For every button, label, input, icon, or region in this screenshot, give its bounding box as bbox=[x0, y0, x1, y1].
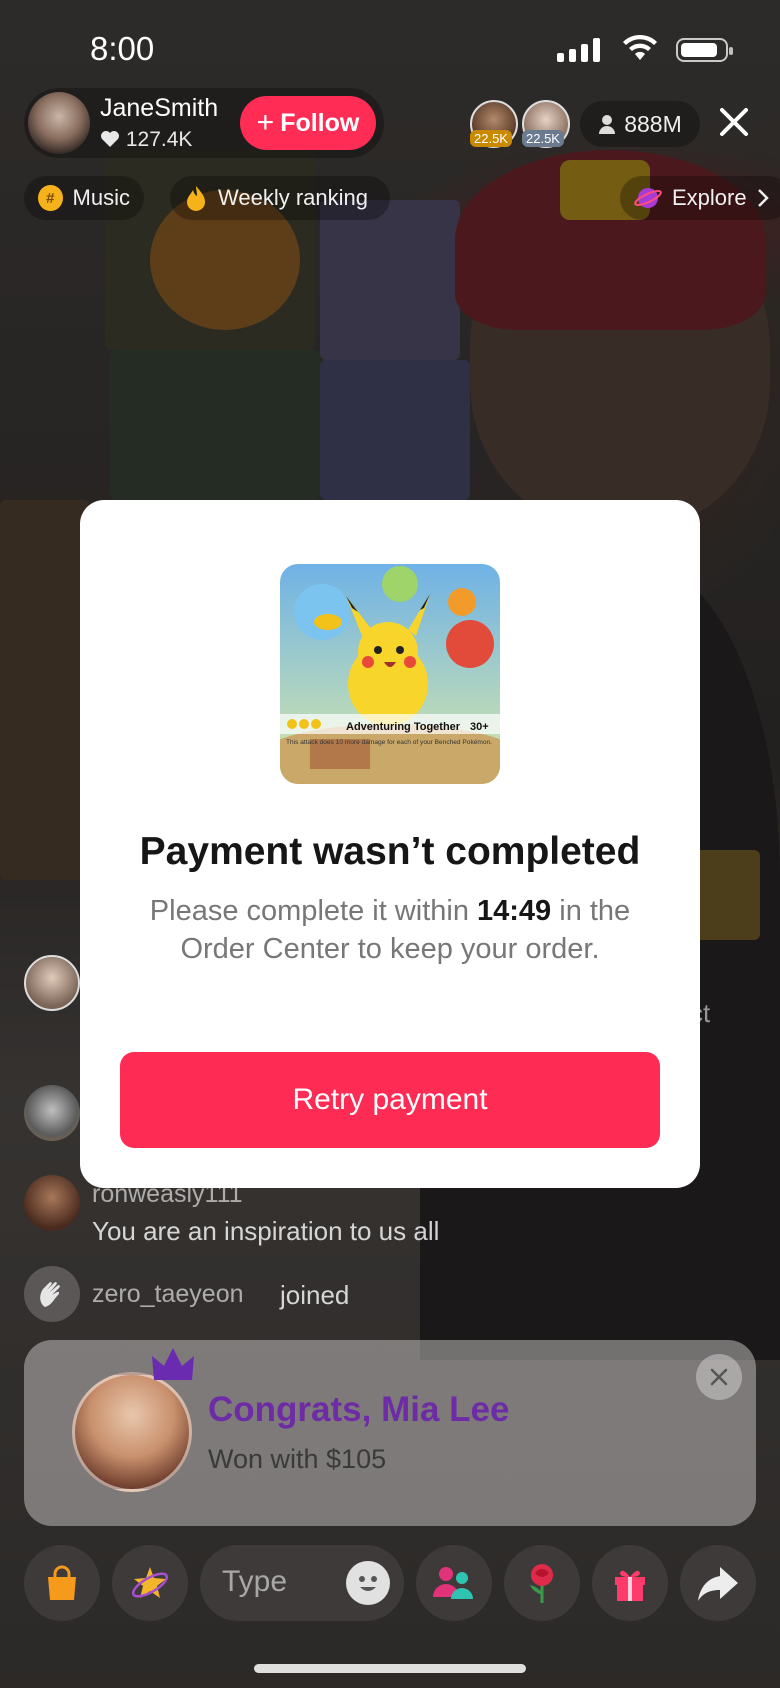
winner-close-button[interactable] bbox=[696, 1354, 742, 1400]
sparkle-star-icon bbox=[131, 1567, 169, 1598]
share-button[interactable] bbox=[680, 1545, 756, 1621]
countdown-timer: 14:49 bbox=[477, 895, 552, 927]
status-bar: 8:00 bbox=[0, 30, 780, 70]
shopping-bag-icon bbox=[48, 1565, 76, 1600]
people-icon bbox=[433, 1567, 473, 1599]
winner-avatar bbox=[72, 1372, 192, 1492]
wave-hand-icon bbox=[24, 1266, 80, 1322]
top-viewer-badge: 22.5K bbox=[470, 130, 512, 147]
rose-icon bbox=[530, 1564, 553, 1603]
cellular-signal-icon bbox=[557, 38, 600, 62]
chip-explore[interactable]: Explore bbox=[620, 176, 780, 220]
payment-modal: Adventuring Together 30+ This attack doe… bbox=[80, 500, 700, 1188]
shop-button[interactable] bbox=[24, 1545, 100, 1621]
heart-icon bbox=[101, 131, 119, 147]
chevron-right-icon bbox=[757, 189, 769, 207]
product-image: Adventuring Together 30+ This attack doe… bbox=[280, 564, 500, 784]
battery-icon bbox=[676, 38, 733, 62]
top-viewer-badge: 22.5K bbox=[522, 130, 564, 147]
modal-body-text: Please complete it within bbox=[149, 895, 478, 927]
chat-message: joined bbox=[280, 1280, 350, 1310]
comment-input[interactable]: Type bbox=[200, 1545, 404, 1621]
host-name: JaneSmith bbox=[100, 94, 219, 122]
flame-icon bbox=[187, 186, 205, 211]
gift-icon bbox=[615, 1570, 645, 1601]
chat-username[interactable]: zero_taeyeon bbox=[92, 1280, 244, 1309]
winner-banner[interactable]: Congrats, Mia Lee Won with $105 bbox=[24, 1340, 756, 1526]
chip-explore-label: Explore bbox=[672, 185, 747, 210]
viewer-count-value: 888M bbox=[624, 110, 682, 137]
status-time: 8:00 bbox=[90, 30, 155, 67]
comment-placeholder: Type bbox=[222, 1565, 288, 1598]
planet-icon bbox=[634, 188, 662, 208]
close-icon bbox=[710, 1368, 728, 1386]
smiley-icon[interactable] bbox=[346, 1561, 390, 1605]
chip-music-label: Music bbox=[72, 185, 130, 210]
chip-weekly-label: Weekly ranking bbox=[218, 185, 368, 210]
home-indicator bbox=[254, 1664, 526, 1673]
multi-guest-button[interactable] bbox=[416, 1545, 492, 1621]
host-likes: 127.4K bbox=[100, 128, 192, 152]
follow-button[interactable]: + Follow bbox=[240, 96, 376, 150]
plus-icon: + bbox=[256, 106, 275, 139]
chat-avatar[interactable] bbox=[24, 955, 80, 1011]
chat-avatar[interactable] bbox=[24, 1085, 80, 1141]
winner-title: Congrats, Mia Lee bbox=[208, 1390, 510, 1429]
chat-message: You are an inspiration to us all bbox=[92, 1216, 440, 1246]
follow-label: Follow bbox=[280, 108, 360, 137]
product-card-title: Adventuring Together bbox=[346, 721, 461, 733]
product-card-damage: 30+ bbox=[470, 721, 489, 733]
retry-payment-button[interactable]: Retry payment bbox=[120, 1052, 660, 1148]
close-icon[interactable] bbox=[712, 100, 756, 144]
modal-title: Payment wasn’t completed bbox=[139, 830, 641, 873]
effects-button[interactable] bbox=[112, 1545, 188, 1621]
wifi-icon bbox=[623, 34, 657, 60]
rose-gift-button[interactable] bbox=[504, 1545, 580, 1621]
share-arrow-icon bbox=[698, 1567, 738, 1601]
crown-icon bbox=[152, 1348, 194, 1380]
gift-button[interactable] bbox=[592, 1545, 668, 1621]
chip-music[interactable]: # Music bbox=[24, 176, 144, 220]
hashtag-icon: # bbox=[38, 185, 63, 211]
chip-weekly-ranking[interactable]: Weekly ranking bbox=[170, 176, 390, 220]
viewer-count[interactable]: 888M bbox=[580, 101, 700, 147]
host-likes-count: 127.4K bbox=[125, 128, 193, 151]
winner-subtitle: Won with $105 bbox=[208, 1444, 387, 1474]
host-info[interactable]: JaneSmith 127.4K + Follow bbox=[24, 88, 384, 158]
chat-avatar[interactable] bbox=[24, 1175, 80, 1231]
host-avatar[interactable] bbox=[28, 92, 90, 154]
person-icon bbox=[599, 115, 616, 134]
modal-body: Please complete it within 14:49 in the O… bbox=[140, 892, 640, 968]
product-card-description: This attack does 10 more damage for each… bbox=[286, 739, 492, 746]
